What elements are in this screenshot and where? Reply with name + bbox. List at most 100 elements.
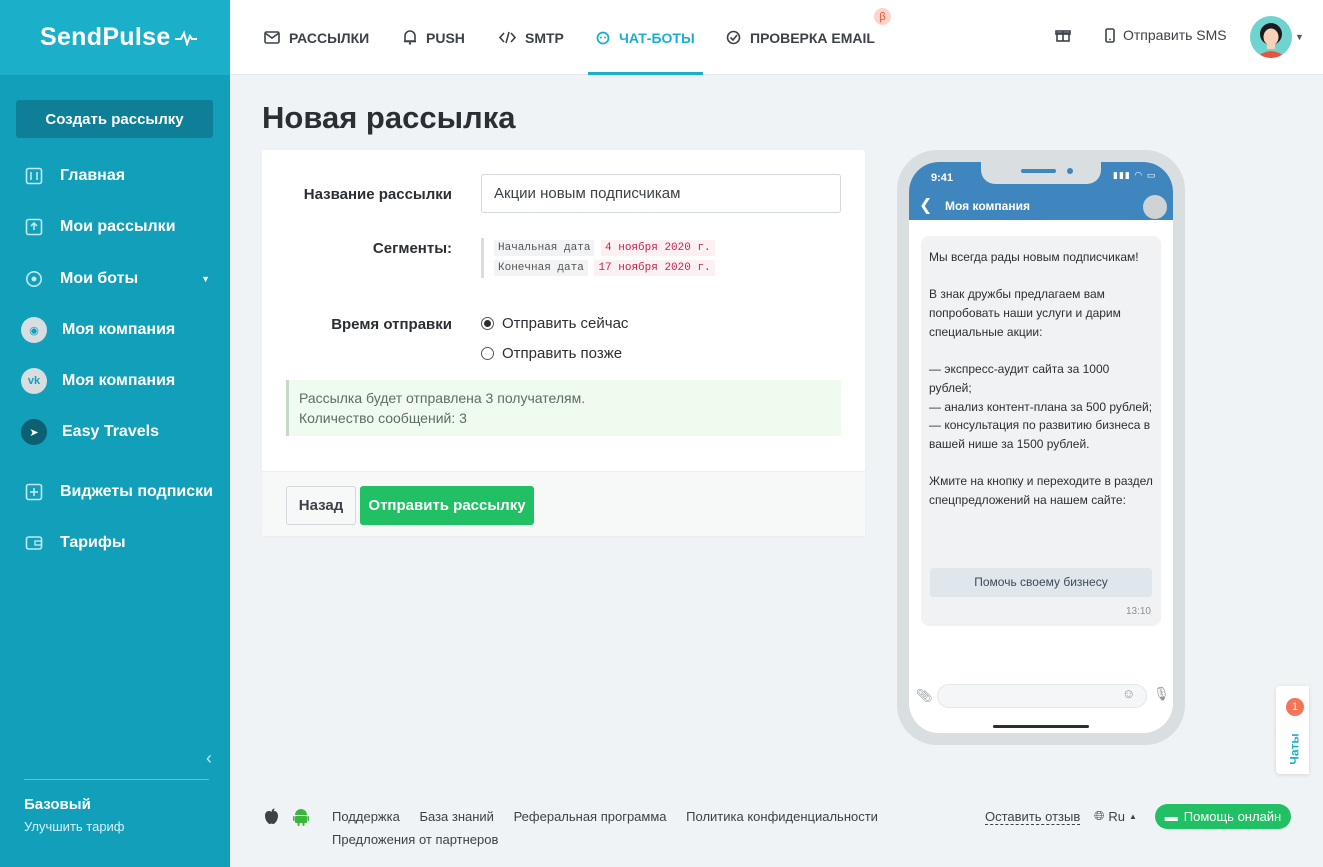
messages-count-text: Количество сообщений: 3	[299, 410, 467, 426]
widget-icon	[24, 482, 44, 502]
sidebar-item-home[interactable]: Главная	[0, 156, 230, 196]
feedback-link[interactable]: Оставить отзыв	[985, 809, 1081, 825]
sidebar-item-campaigns[interactable]: Мои рассылки	[0, 207, 230, 247]
help-online-button[interactable]: ▬ Помощь онлайн	[1155, 804, 1291, 829]
sidebar-item-widgets[interactable]: Виджеты подписки	[0, 472, 230, 512]
sidebar-item-pricing[interactable]: Тарифы	[0, 523, 230, 563]
logo-area: SendPulse	[0, 0, 230, 75]
segment-row: Начальная дата 4 ноября 2020 г.	[494, 238, 715, 258]
back-button[interactable]: Назад	[286, 486, 356, 525]
mail-icon	[264, 31, 280, 44]
back-arrow-icon: ❮	[919, 197, 933, 214]
language-label: Ru	[1108, 808, 1126, 824]
message-text: Мы всегда рады новым подписчикам! В знак…	[929, 250, 1153, 508]
campaign-form-card: Название рассылки Сегменты: Начальная да…	[262, 150, 865, 536]
sidebar-item-label: Мои рассылки	[60, 218, 176, 235]
recipients-count-text: Рассылка будет отправлена 3 получателям.	[299, 390, 586, 406]
radio-unchecked-icon	[481, 347, 494, 360]
tab-smtp[interactable]: SMTP	[499, 0, 564, 75]
recipients-info: Рассылка будет отправлена 3 получателям.…	[286, 380, 841, 436]
create-campaign-button[interactable]: Создать рассылку	[16, 100, 213, 138]
send-time-label: Время отправки	[331, 316, 452, 333]
smile-icon: ☺	[1122, 686, 1136, 701]
check-circle-icon	[726, 30, 741, 45]
apple-icon[interactable]	[264, 808, 279, 825]
gift-icon[interactable]	[1055, 27, 1071, 43]
chats-side-tab[interactable]: 1 Чаты	[1276, 686, 1309, 774]
send-campaign-button[interactable]: Отправить рассылку	[360, 486, 534, 525]
segments-list: Начальная дата 4 ноября 2020 г. Конечная…	[481, 238, 715, 278]
campaign-name-label: Название рассылки	[303, 186, 452, 203]
tab-label: ПРОВЕРКА EMAIL	[750, 29, 875, 46]
chats-badge: 1	[1286, 698, 1304, 716]
code-icon	[499, 31, 516, 44]
form-actions: Назад Отправить рассылку	[262, 471, 865, 536]
sidebar-item-messenger-bot[interactable]: ◉ Моя компания	[0, 310, 230, 350]
sidebar: SendPulse Создать рассылку Главная Мои р…	[0, 0, 230, 867]
chats-label: Чаты	[1287, 733, 1302, 765]
phone-icon	[1105, 27, 1115, 43]
privacy-link[interactable]: Политика конфиденциальности	[686, 809, 878, 824]
tab-push[interactable]: PUSH	[403, 0, 465, 75]
avatar[interactable]	[1250, 16, 1292, 58]
page-title: Новая рассылка	[262, 100, 516, 135]
telegram-icon: ➤	[21, 419, 47, 445]
bell-icon	[404, 30, 416, 45]
knowledge-base-link[interactable]: База знаний	[419, 809, 494, 824]
sidebar-item-label: Виджеты подписки	[60, 483, 213, 500]
segment-row: Конечная дата 17 ноября 2020 г.	[494, 258, 715, 278]
speaker-grille	[1021, 169, 1056, 173]
phone-screen: 9:41 ▮▮▮ ◠ ▭ ❮ Моя компания Мы всегда ра…	[909, 162, 1173, 733]
send-now-radio[interactable]: Отправить сейчас	[481, 315, 628, 332]
vk-icon: vk	[21, 368, 47, 394]
sidebar-item-label: Easy Travels	[62, 423, 159, 440]
sidebar-item-bots[interactable]: Мои боты ▼	[0, 259, 230, 299]
chat-avatar	[1143, 195, 1167, 219]
support-link[interactable]: Поддержка	[332, 809, 400, 824]
segment-value: 17 ноября 2020 г.	[594, 260, 715, 276]
partners-link[interactable]: Предложения от партнеров	[332, 832, 894, 847]
sidebar-item-label: Тарифы	[60, 534, 126, 551]
tab-label: PUSH	[426, 29, 465, 46]
language-selector[interactable]: 🌐︎ Ru ▲	[1094, 808, 1137, 824]
top-nav: РАССЫЛКИ PUSH SMTP ЧАТ-БОТЫ ПРОВЕРКА EMA…	[230, 0, 1323, 75]
sidebar-item-label: Моя компания	[62, 372, 176, 389]
tab-label: ЧАТ-БОТЫ	[619, 29, 695, 46]
chatbot-icon	[596, 31, 610, 44]
collapse-sidebar-icon[interactable]: ‹	[206, 748, 212, 769]
chevron-up-icon: ▲	[1129, 811, 1137, 821]
tab-label: SMTP	[525, 29, 564, 46]
logo-text: SendPulse	[40, 23, 171, 51]
send-later-radio[interactable]: Отправить позже	[481, 345, 622, 362]
sidebar-divider	[24, 779, 209, 780]
tab-chatbots[interactable]: ЧАТ-БОТЫ	[588, 0, 703, 75]
wallet-icon	[24, 533, 44, 553]
android-icon[interactable]	[293, 808, 309, 826]
campaign-name-input[interactable]	[481, 174, 841, 213]
send-sms-link[interactable]: Отправить SMS	[1105, 0, 1227, 70]
upgrade-plan-link[interactable]: Улучшить тариф	[24, 819, 125, 834]
sidebar-item-label: Мои боты	[60, 270, 139, 287]
radio-label: Отправить сейчас	[502, 315, 629, 332]
segments-label: Сегменты:	[372, 240, 452, 257]
chat-bubble-icon: ▬	[1164, 809, 1178, 824]
chat-company-name: Моя компания	[945, 199, 1030, 213]
segment-key: Начальная дата	[494, 240, 595, 256]
chevron-down-icon[interactable]: ▼	[1295, 32, 1304, 42]
phone-notch	[981, 162, 1101, 184]
segment-value: 4 ноября 2020 г.	[601, 240, 715, 256]
paperclip-icon: 📎︎	[916, 688, 933, 703]
status-time: 9:41	[931, 172, 954, 184]
chevron-down-icon[interactable]: ▼	[201, 274, 210, 284]
beta-badge: β	[874, 8, 891, 25]
message-bubble: Мы всегда рады новым подписчикам! В знак…	[921, 236, 1161, 626]
tab-campaigns[interactable]: РАССЫЛКИ	[264, 0, 369, 75]
referral-link[interactable]: Реферальная программа	[514, 809, 667, 824]
bot-icon	[24, 269, 44, 289]
sendpulse-logo[interactable]: SendPulse	[40, 23, 197, 52]
dashboard-icon	[24, 166, 44, 186]
messenger-icon: ◉	[21, 317, 47, 343]
tab-email-verification[interactable]: ПРОВЕРКА EMAIL	[726, 0, 875, 75]
sidebar-item-vk-bot[interactable]: vk Моя компания	[0, 361, 230, 401]
sidebar-item-telegram-bot[interactable]: ➤ Easy Travels	[0, 412, 230, 452]
